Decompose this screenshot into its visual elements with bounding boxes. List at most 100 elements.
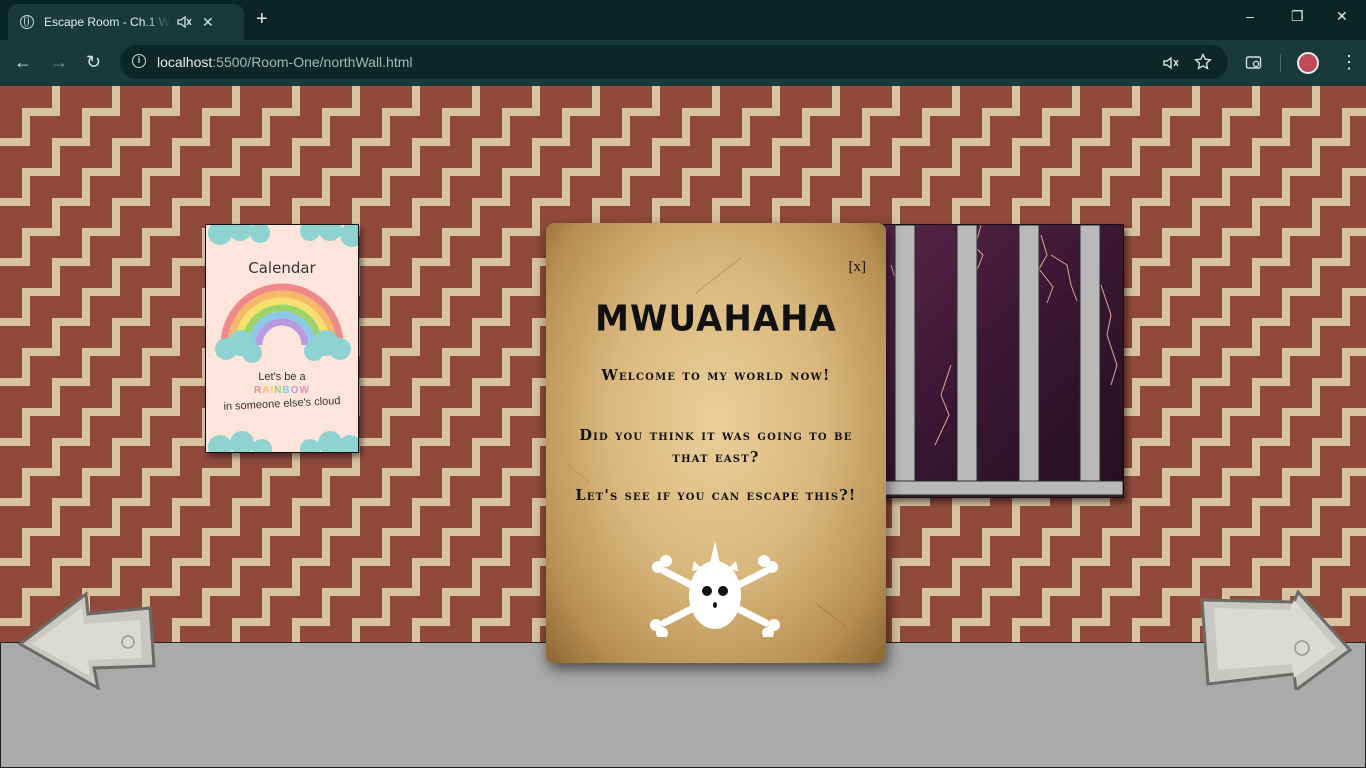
brick: [1170, 416, 1192, 468]
calendar-poster[interactable]: Calendar Let's be a RAINBOW in someone e…: [205, 224, 359, 453]
brick: [1050, 596, 1072, 648]
brick: [330, 536, 352, 588]
brick: [1170, 356, 1192, 408]
brick: [390, 116, 412, 168]
brick: [1170, 86, 1192, 108]
popup-message-question: Did you think it was going to be that ea…: [579, 427, 853, 466]
brick: [690, 86, 712, 108]
brick: [900, 506, 922, 558]
brick: [480, 566, 502, 618]
right-arrow-button[interactable]: [1198, 590, 1356, 690]
brick: [1260, 266, 1282, 318]
brick: [930, 86, 952, 108]
left-arrow-button[interactable]: [16, 590, 156, 690]
popup-message-challenge: Let's see if you can escape this?!: [575, 487, 857, 504]
brick: [330, 476, 352, 528]
brick: [180, 86, 202, 138]
brick: [1230, 176, 1252, 228]
star-icon[interactable]: [1194, 53, 1212, 71]
brick: [1350, 86, 1366, 108]
tab-search-icon[interactable]: [1245, 54, 1263, 72]
brick: [180, 206, 202, 258]
brick: [150, 476, 172, 528]
browser-tab[interactable]: Escape Room - Ch.1 Wake Up ✕: [8, 4, 244, 40]
brick: [270, 176, 292, 228]
close-tab-icon[interactable]: ✕: [202, 14, 214, 31]
popup-message-welcome: Welcome to my world now!: [601, 367, 831, 384]
brick: [990, 86, 1012, 108]
brick: [360, 206, 382, 258]
brick: [240, 86, 262, 138]
menu-icon[interactable]: ⋮: [1340, 52, 1358, 72]
brick: [900, 86, 922, 138]
brick: [1320, 326, 1342, 378]
brick: [1260, 446, 1282, 498]
brick: [510, 596, 532, 648]
brick: [1200, 386, 1222, 438]
brick: [870, 116, 892, 168]
brick: [1170, 236, 1192, 288]
close-popup-button[interactable]: [x]: [849, 259, 867, 276]
brick: [1230, 86, 1252, 108]
brick: [1290, 86, 1312, 108]
brick: [1290, 116, 1312, 168]
brick: [1350, 476, 1366, 528]
back-button[interactable]: ←: [14, 52, 32, 72]
brick: [510, 536, 532, 588]
brick: [1230, 416, 1252, 468]
brick: [1050, 116, 1072, 168]
brick: [270, 596, 292, 648]
info-icon[interactable]: i: [132, 54, 146, 68]
brick: [150, 176, 172, 228]
brick: [1200, 266, 1222, 318]
unicorn-skull-crossbones-icon: [650, 541, 780, 637]
brick: [60, 446, 82, 498]
popup-heading: MWUAHAHA: [595, 298, 837, 340]
brick: [1170, 536, 1192, 588]
mute-icon[interactable]: [176, 14, 192, 30]
reload-button[interactable]: ↻: [86, 52, 101, 72]
restore-button[interactable]: ❐: [1291, 8, 1304, 25]
brick: [60, 386, 82, 438]
barred-window[interactable]: [870, 224, 1124, 498]
brick: [1170, 296, 1192, 348]
brick: [330, 116, 352, 168]
forward-button[interactable]: →: [50, 52, 68, 72]
brick: [1170, 116, 1192, 168]
address-bar[interactable]: i localhost:5500/Room-One/northWall.html: [120, 45, 1228, 79]
brick: [1110, 536, 1132, 588]
brick: [90, 536, 112, 588]
url-text[interactable]: localhost:5500/Room-One/northWall.html: [157, 54, 413, 70]
brick: [240, 506, 262, 558]
brick: [120, 206, 142, 258]
brick: [1170, 176, 1192, 228]
brick: [1260, 386, 1282, 438]
brick: [420, 146, 442, 198]
brick: [1320, 266, 1342, 318]
brick: [600, 146, 622, 198]
brick: [420, 566, 442, 618]
brick: [1020, 506, 1042, 558]
brick: [660, 86, 682, 138]
brick: [840, 86, 862, 138]
brick: [300, 566, 322, 618]
brick: [510, 296, 532, 348]
profile-icon[interactable]: [1297, 52, 1319, 74]
brick: [60, 266, 82, 318]
mute-site-icon[interactable]: [1162, 54, 1180, 72]
brick: [360, 386, 382, 438]
brick: [480, 266, 502, 318]
brick: [0, 266, 22, 318]
window-close-button[interactable]: ✕: [1336, 8, 1348, 25]
new-tab-button[interactable]: +: [256, 8, 268, 30]
brick: [630, 116, 652, 168]
brick: [30, 416, 52, 468]
rainbow-letter: W: [299, 385, 310, 396]
brick: [30, 176, 52, 228]
storm-window-art: [871, 225, 1123, 496]
brick: [630, 86, 652, 108]
minimize-button[interactable]: –: [1246, 8, 1254, 24]
brick: [120, 386, 142, 438]
brick: [1080, 86, 1102, 138]
brick: [510, 236, 532, 288]
